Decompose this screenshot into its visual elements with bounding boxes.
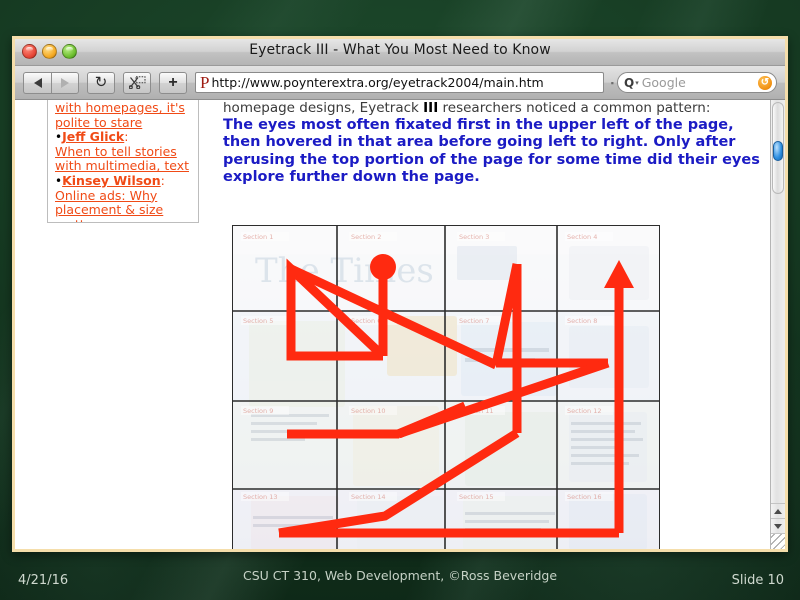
- search-icon: Q: [624, 75, 635, 90]
- scrollbar-down-button[interactable]: [771, 518, 785, 534]
- svg-text:Section 7: Section 7: [459, 317, 489, 325]
- scrollbar-knob[interactable]: [773, 141, 783, 161]
- svg-text:Section 9: Section 9: [243, 407, 273, 415]
- article-intro-before: homepage designs, Eyetrack: [223, 100, 424, 116]
- svg-text:Section 1: Section 1: [243, 233, 273, 241]
- triangle-down-icon: [774, 524, 782, 529]
- article-intro-paragraph: homepage designs, Eyetrack III researche…: [223, 100, 763, 116]
- svg-text:Section 4: Section 4: [567, 233, 597, 241]
- browser-window: Eyetrack III - What You Most Need to Kno…: [12, 36, 788, 552]
- chevron-down-icon[interactable]: ▾: [635, 79, 639, 87]
- sidebar-link-0[interactable]: with homepages, it's polite to stare: [55, 100, 191, 130]
- svg-text:Section 15: Section 15: [459, 493, 494, 501]
- svg-text:Section 14: Section 14: [351, 493, 386, 501]
- svg-text:Section 6: Section 6: [351, 317, 381, 325]
- start-fixation-dot: [370, 254, 396, 280]
- svg-text:Section 13: Section 13: [243, 493, 278, 501]
- svg-text:Section 8: Section 8: [567, 317, 597, 325]
- address-bar-dropdown-icon[interactable]: ▪: [611, 78, 614, 88]
- article-highlight-paragraph: The eyes most often fixated first in the…: [223, 117, 760, 186]
- back-button[interactable]: [23, 71, 51, 94]
- article-text: homepage designs, Eyetrack III researche…: [223, 100, 763, 187]
- svg-text:Section 16: Section 16: [567, 493, 602, 501]
- sidebar-colon-2: :: [160, 172, 165, 188]
- search-placeholder: Google: [641, 75, 686, 90]
- list-item[interactable]: •Kinsey Wilson: Online ads: Why placemen…: [55, 172, 191, 222]
- sidebar-author-2[interactable]: Kinsey Wilson: [62, 173, 161, 188]
- search-go-icon[interactable]: ↺: [758, 75, 772, 90]
- add-bookmark-button[interactable]: +: [159, 71, 187, 94]
- svg-text:The Times: The Times: [255, 251, 434, 291]
- navigation-button-group: [23, 71, 79, 94]
- browser-title-bar: Eyetrack III - What You Most Need to Kno…: [15, 39, 785, 66]
- triangle-up-icon: [774, 509, 782, 514]
- page-viewport: with homepages, it's polite to stare •Je…: [15, 100, 785, 549]
- scissors-icon: [128, 76, 145, 89]
- svg-text:Section 12: Section 12: [567, 407, 602, 415]
- svg-text:Section 2: Section 2: [351, 233, 381, 241]
- web-clip-button[interactable]: [123, 71, 151, 94]
- scrollbar-up-button[interactable]: [771, 503, 785, 519]
- address-bar[interactable]: P http://www.poynterextra.org/eyetrack20…: [195, 72, 604, 93]
- sidebar-link-1[interactable]: When to tell stories with multimedia, te…: [55, 144, 191, 174]
- article-intro-after: researchers noticed a common pattern:: [438, 100, 711, 116]
- article-intro-bold: III: [423, 100, 439, 116]
- sidebar-author-1[interactable]: Jeff Glick: [62, 129, 124, 144]
- address-bar-value: http://www.poynterextra.org/eyetrack2004…: [211, 75, 544, 90]
- slide-number-label: Slide 10: [731, 573, 784, 588]
- window-resize-grip[interactable]: [771, 533, 785, 549]
- sidebar-colon-1: :: [124, 129, 129, 145]
- sidebar-link-2[interactable]: Online ads: Why placement & size matter: [55, 188, 191, 222]
- site-favicon-icon: P: [200, 73, 210, 92]
- reload-button[interactable]: ↻: [87, 71, 115, 94]
- scanpath-svg: The Times Section 1 Section 2 Section 3 …: [233, 226, 659, 549]
- eyetrack-scanpath-diagram: The Times Section 1 Section 2 Section 3 …: [232, 225, 660, 549]
- plus-icon: +: [168, 73, 178, 91]
- vertical-scrollbar[interactable]: [770, 100, 785, 549]
- window-title: Eyetrack III - What You Most Need to Kno…: [249, 42, 551, 58]
- scrollbar-thumb[interactable]: [772, 102, 784, 194]
- list-item[interactable]: with homepages, it's polite to stare: [55, 100, 191, 130]
- slide-credit: CSU CT 310, Web Development, ©Ross Bever…: [242, 568, 558, 583]
- forward-button[interactable]: [51, 71, 79, 94]
- svg-text:Section 5: Section 5: [243, 317, 273, 325]
- arrow-right-icon: [61, 77, 69, 88]
- sidebar-related-links: with homepages, it's polite to stare •Je…: [47, 100, 199, 223]
- svg-text:Section 10: Section 10: [351, 407, 386, 415]
- search-input[interactable]: Q ▾ Google ↺: [617, 72, 777, 93]
- svg-text:Section 3: Section 3: [459, 233, 489, 241]
- reload-icon: ↻: [94, 74, 108, 91]
- list-item[interactable]: •Jeff Glick: When to tell stories with m…: [55, 129, 191, 174]
- browser-toolbar: ↻ + P http://www.poynterextra.org/eyetra…: [15, 66, 785, 100]
- arrow-left-icon: [33, 77, 42, 88]
